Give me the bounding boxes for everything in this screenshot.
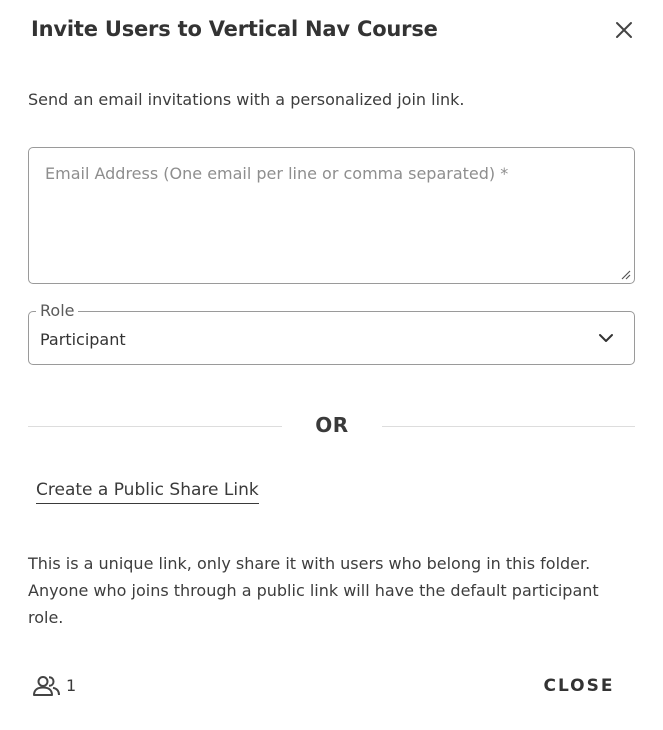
close-icon[interactable]: [612, 18, 636, 42]
or-separator: OR: [315, 413, 349, 437]
create-public-share-link[interactable]: Create a Public Share Link: [36, 480, 259, 504]
divider-left: [28, 426, 282, 427]
chevron-down-icon: [599, 334, 613, 342]
public-link-note: This is a unique link, only share it wit…: [28, 554, 599, 627]
user-count: 1: [66, 676, 77, 695]
email-address-field[interactable]: [28, 147, 635, 284]
close-button[interactable]: CLOSE: [530, 665, 628, 707]
role-selected-value: Participant: [40, 330, 126, 349]
dialog-title: Invite Users to Vertical Nav Course: [31, 17, 438, 41]
intro-text: Send an email invitations with a persona…: [28, 90, 465, 109]
invite-users-dialog: Invite Users to Vertical Nav Course Send…: [0, 0, 663, 730]
users-icon: [33, 676, 60, 696]
divider-right: [382, 426, 635, 427]
role-label: Role: [36, 302, 79, 320]
role-select[interactable]: Role Participant: [28, 302, 635, 365]
email-address-input[interactable]: [29, 148, 634, 283]
resize-grip-icon[interactable]: [619, 268, 631, 280]
